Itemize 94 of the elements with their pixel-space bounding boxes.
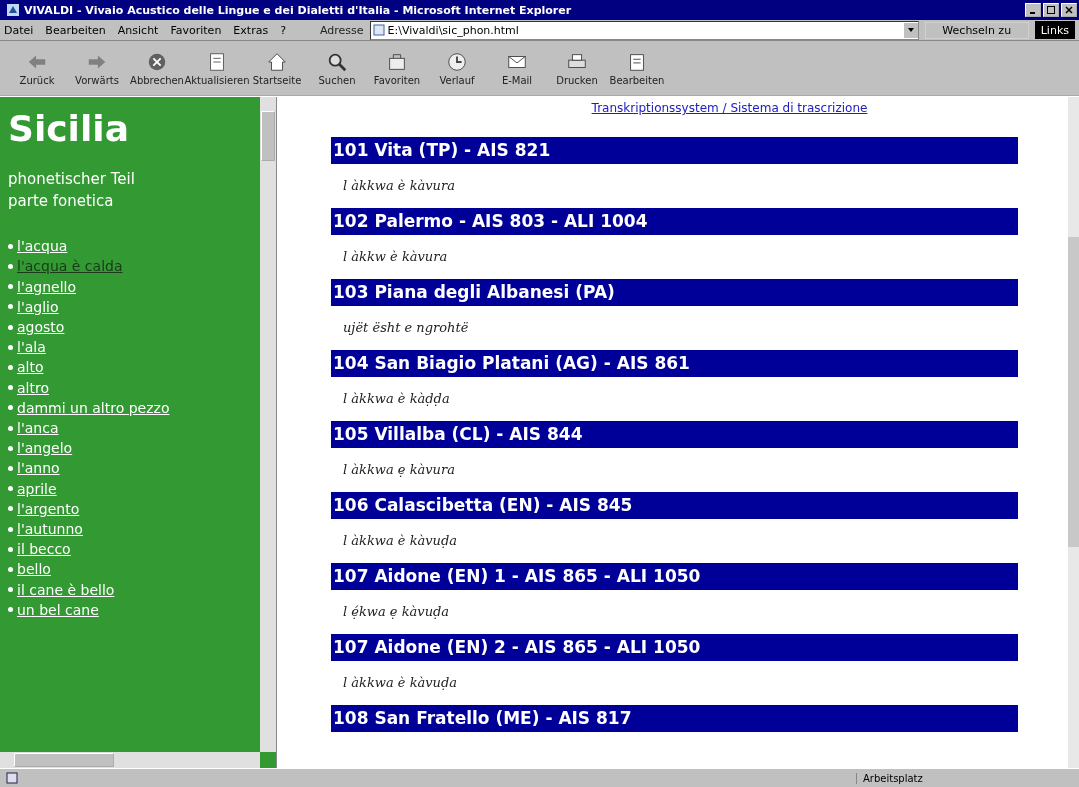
toolbar-button[interactable]: Bearbeiten (608, 43, 666, 93)
menu-item[interactable]: ? (280, 23, 286, 37)
location-heading: 101 Vita (TP) - AIS 821 (331, 137, 1018, 164)
phonetic-transcription: l àkkw è kàvura (342, 248, 449, 266)
bullet-icon (8, 304, 13, 310)
word-link[interactable]: l'anno (17, 458, 60, 479)
word-link[interactable]: alto (17, 357, 44, 378)
menu-item[interactable]: Extras (233, 23, 269, 37)
minimize-button[interactable] (1025, 3, 1041, 17)
bullet-icon (8, 425, 13, 431)
bullet-icon (8, 607, 13, 613)
location-heading: 104 San Biagio Platani (AG) - AIS 861 (331, 350, 1018, 377)
menu-item[interactable]: Bearbeiten (45, 23, 106, 37)
links-button[interactable]: Links (1034, 21, 1075, 39)
word-link[interactable]: agosto (17, 317, 65, 338)
phonetic-transcription: l ẹ́kwa ẹ kàvuḍa (342, 603, 451, 621)
home-icon (266, 50, 288, 73)
bullet-icon (8, 526, 13, 532)
location-heading: 105 Villalba (CL) - AIS 844 (331, 421, 1018, 448)
close-button[interactable] (1061, 3, 1077, 17)
toolbar-button[interactable]: Drucken (548, 43, 606, 93)
location-heading: 106 Calascibetta (EN) - AIS 845 (331, 492, 1018, 519)
menu-item[interactable]: Ansicht (117, 23, 159, 37)
word-link[interactable]: l'autunno (17, 519, 83, 540)
toolbar-button[interactable]: E-Mail (488, 43, 546, 93)
word-link[interactable]: l'ala (17, 337, 46, 358)
bullet-icon (8, 365, 13, 370)
phonetic-transcription: l àkkwa è kàḍḍa (342, 390, 451, 408)
location-heading: 107 Aidone (EN) 2 - AIS 865 - ALI 1050 (331, 634, 1018, 661)
bullet-icon (8, 587, 13, 593)
history-icon (446, 50, 468, 73)
toolbar-button[interactable]: Verlauf (428, 43, 486, 93)
bullet-icon (8, 486, 13, 492)
security-zone: Arbeitsplatz (856, 772, 953, 784)
word-link[interactable]: l'argento (17, 498, 80, 520)
page-icon (372, 24, 385, 36)
bullet-icon (8, 567, 13, 573)
phonetic-transcription: l àkkwa ẹ kàvura (342, 461, 456, 479)
word-link[interactable]: un bel cane (17, 599, 99, 621)
word-link[interactable]: aprile (17, 478, 57, 499)
bullet-icon (8, 385, 13, 391)
bullet-icon (8, 324, 13, 330)
close-icon (1065, 6, 1073, 14)
bullet-icon (8, 506, 13, 512)
vertical-scrollbar[interactable] (260, 97, 276, 752)
address-label: Adresse (320, 23, 364, 37)
bullet-icon (8, 405, 13, 411)
phonetic-transcription: ujët ësht e ngrohtë (342, 319, 470, 337)
bullet-icon (8, 344, 13, 350)
word-link[interactable]: l'acqua (17, 236, 68, 257)
maximize-icon (1047, 6, 1055, 14)
word-link[interactable]: l'anca (17, 418, 59, 439)
region-title: Sicilia (8, 107, 130, 151)
toolbar-button[interactable]: Favoriten (368, 43, 426, 93)
bullet-icon (8, 264, 13, 269)
section-subtitle: phonetischer Teil (8, 169, 136, 191)
toolbar-button[interactable]: Abbrechen (128, 43, 186, 93)
window-title: VIVALDI - Vivaio Acustico delle Lingue e dei Dialetti d'Italia - Microsoft Internet Explorer (24, 3, 573, 17)
word-link[interactable]: l'aglio (17, 296, 59, 317)
toolbar-button[interactable]: Suchen (308, 43, 366, 93)
location-heading: 107 Aidone (EN) 1 - AIS 865 - ALI 1050 (331, 563, 1018, 590)
dropdown-icon (906, 26, 915, 34)
bullet-icon (8, 445, 13, 451)
toolbar-button[interactable]: Startseite (248, 43, 306, 93)
bullet-icon (8, 546, 13, 552)
phonetic-transcription: l àkkwa è kàvura (342, 177, 456, 195)
menu-item[interactable]: Favoriten (170, 23, 222, 37)
transcription-system-link[interactable]: Transkriptionssystem / Sistema di trascrizione (591, 101, 868, 115)
menu-item[interactable]: Datei (4, 23, 34, 37)
phonetic-transcription: l àkkwa è kàvuḍa (342, 674, 459, 692)
word-link[interactable]: l'agnello (17, 276, 77, 297)
vertical-scrollbar[interactable] (1068, 97, 1079, 768)
word-link[interactable]: il becco (17, 539, 71, 560)
section-subtitle: parte fonetica (8, 191, 115, 213)
page-status-icon (6, 772, 18, 784)
maximize-button[interactable] (1043, 3, 1059, 17)
word-link[interactable]: bello (17, 559, 51, 580)
address-field[interactable]: E:\Vivaldi\sic_phon.html (369, 20, 919, 40)
horizontal-scrollbar[interactable] (0, 752, 260, 768)
toolbar-button[interactable]: Zurück (8, 43, 66, 93)
bullet-icon (8, 284, 13, 290)
location-heading: 102 Palermo - AIS 803 - ALI 1004 (331, 208, 1018, 235)
word-link[interactable]: altro (17, 377, 49, 398)
location-heading: 108 San Fratello (ME) - AIS 817 (331, 705, 1018, 732)
bullet-icon (8, 243, 13, 249)
toolbar-button[interactable]: Vorwärts (68, 43, 126, 93)
go-button[interactable]: Wechseln zu (924, 21, 1029, 39)
bullet-icon (8, 466, 13, 471)
phonetic-transcription: l àkkwa è kàvuḍa (342, 532, 459, 550)
browser-icon (6, 3, 20, 17)
word-link[interactable]: dammi un altro pezzo (17, 397, 170, 418)
word-link[interactable]: il cane è bello (17, 579, 115, 600)
location-heading: 103 Piana degli Albanesi (PA) (331, 279, 1018, 306)
word-link[interactable]: l'angelo (17, 438, 73, 459)
